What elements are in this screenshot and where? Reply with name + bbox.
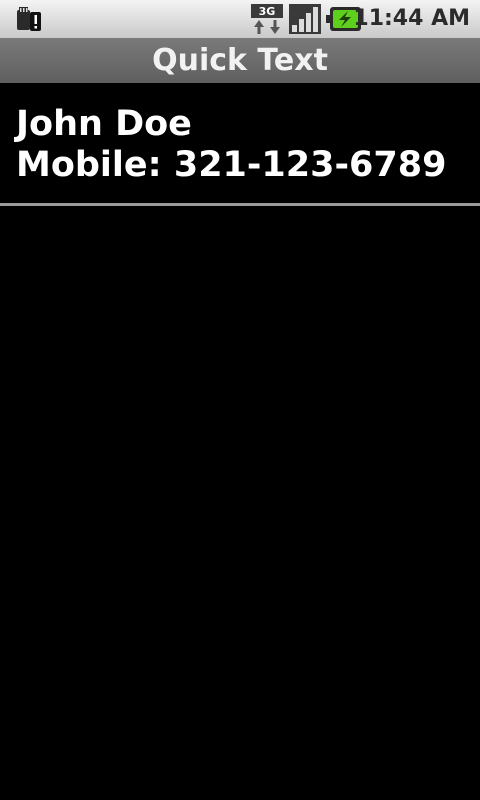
contact-name: John Doe bbox=[16, 104, 192, 144]
app-title: Quick Text bbox=[152, 43, 328, 78]
phone-screen: 3G 11:44 AM Quick Text John Doe Mobile: … bbox=[0, 0, 480, 800]
network-3g-icon: 3G bbox=[251, 4, 283, 34]
network-label: 3G bbox=[259, 5, 276, 18]
contact-header: John Doe Mobile: 321-123-6789 bbox=[0, 83, 480, 204]
message-list-area bbox=[0, 206, 480, 800]
sd-card-warning-icon bbox=[17, 7, 41, 31]
signal-strength-icon bbox=[289, 4, 321, 34]
status-bar: 3G 11:44 AM bbox=[0, 0, 480, 38]
title-bar: Quick Text bbox=[0, 38, 480, 83]
status-clock: 11:44 AM bbox=[353, 6, 470, 31]
contact-phone: Mobile: 321-123-6789 bbox=[16, 145, 447, 185]
